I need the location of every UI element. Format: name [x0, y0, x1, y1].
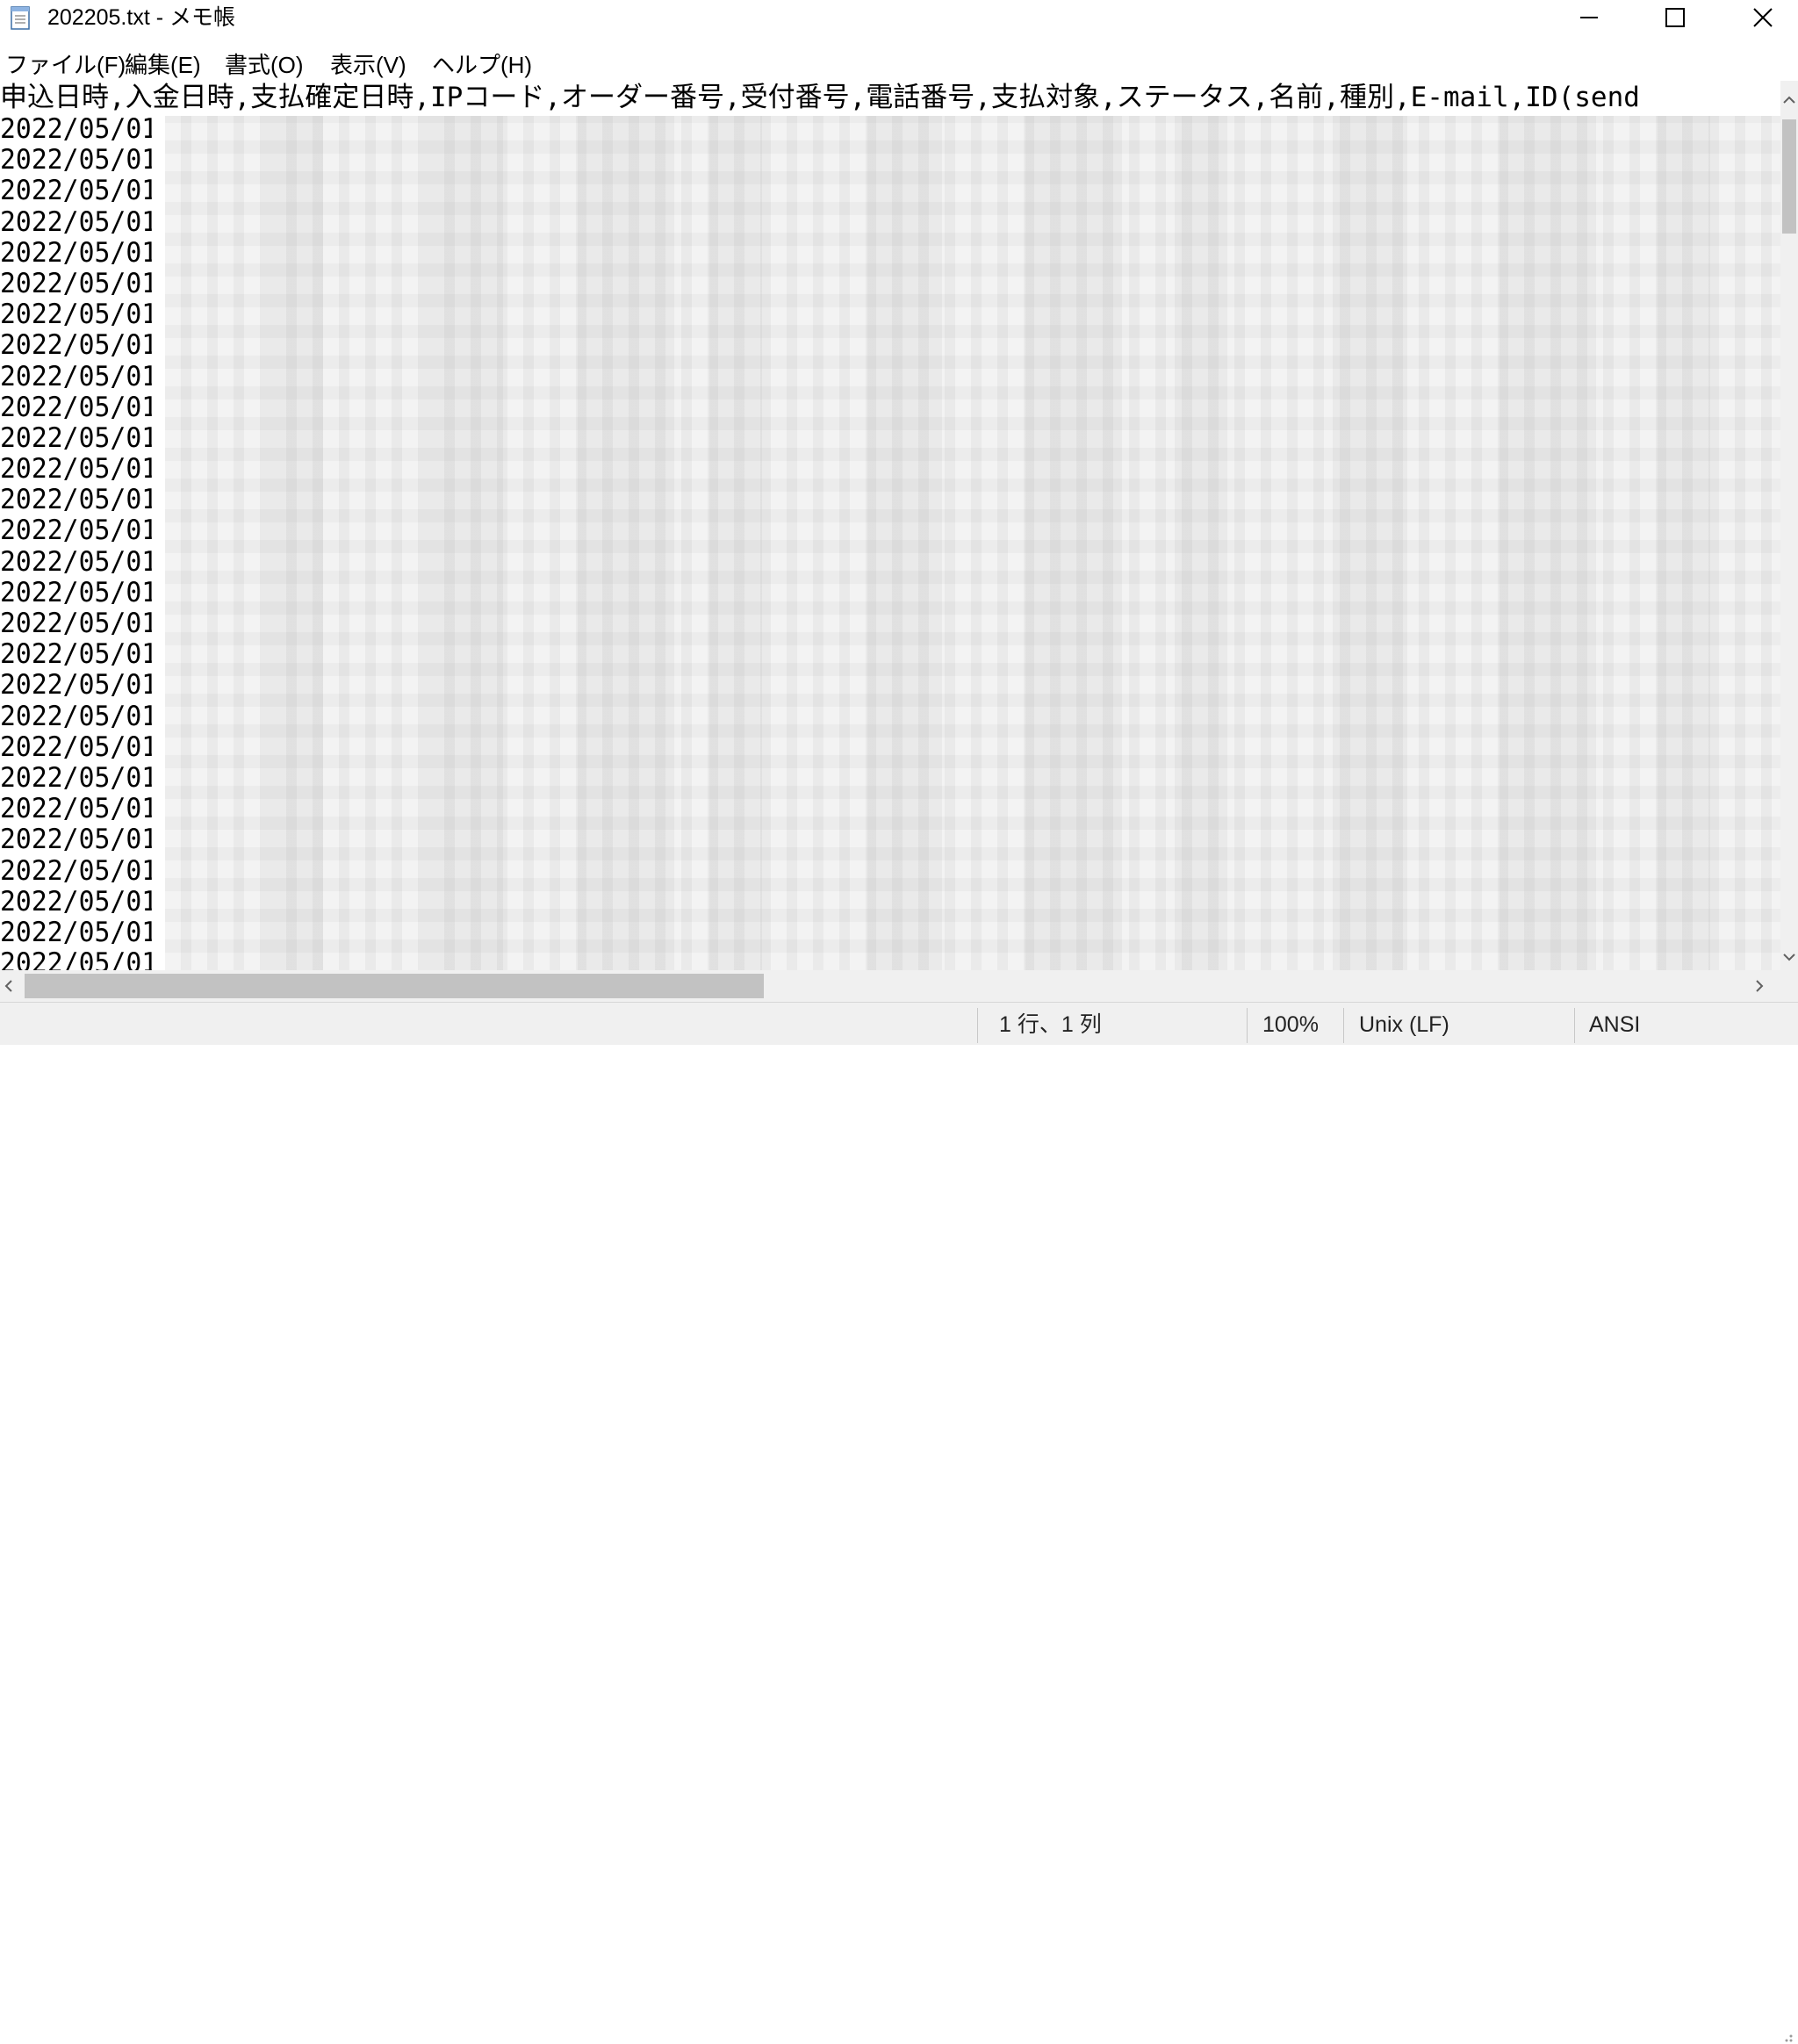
text-line: 2022/05/01 [0, 639, 152, 671]
text-line: 2022/05/01 [0, 422, 152, 454]
text-line: 2022/05/01 [0, 330, 152, 362]
menu-help[interactable]: ヘルプ(H) [432, 49, 532, 81]
text-line: 2022/05/01 [0, 299, 152, 331]
redacted-column [270, 116, 323, 970]
text-line: 2022/05/01 [0, 886, 152, 918]
redacted-column [709, 116, 762, 970]
redacted-column [1175, 116, 1227, 970]
status-separator [1343, 1008, 1344, 1043]
menu-bar: ファイル(F) 編集(E) 書式(O) 表示(V) ヘルプ(H) [0, 49, 1798, 81]
text-line: 2022/05/01 [0, 577, 152, 608]
resize-grip-icon[interactable] [1777, 2026, 1794, 2044]
text-editor[interactable]: 申込日時,入金日時,支払確定日時,IPコード,オーダー番号,受付番号,電話番号,… [0, 81, 1780, 970]
text-line: 2022/05/01 [0, 206, 152, 238]
cursor-position: 1 行、1 列 [999, 1012, 1102, 1037]
redacted-column [1500, 116, 1596, 970]
redacted-column [428, 116, 503, 970]
text-line: 2022/05/01 [0, 454, 152, 486]
menu-edit[interactable]: 編集(E) [125, 49, 201, 81]
text-line: 2022/05/01 [0, 485, 152, 516]
status-separator [977, 1008, 978, 1043]
encoding: ANSI [1589, 1012, 1641, 1037]
text-line: 2022/05/01 [0, 948, 152, 970]
scroll-down-icon[interactable] [1780, 948, 1798, 966]
line-ending: Unix (LF) [1359, 1012, 1449, 1037]
text-line: 2022/05/01 [0, 237, 152, 269]
close-icon [1753, 8, 1773, 27]
text-line: 2022/05/01 [0, 762, 152, 794]
vertical-scroll-thumb[interactable] [1782, 119, 1796, 234]
text-line: 2022/05/01 [0, 176, 152, 207]
text-line: 2022/05/01 [0, 824, 152, 856]
scroll-up-icon[interactable] [1780, 91, 1798, 109]
text-line: 2022/05/01 [0, 361, 152, 392]
maximize-button[interactable] [1631, 0, 1719, 35]
text-line: 2022/05/01 [0, 392, 152, 423]
csv-header-line: 申込日時,入金日時,支払確定日時,IPコード,オーダー番号,受付番号,電話番号,… [0, 82, 1640, 113]
scroll-corner [1780, 970, 1798, 1002]
text-line: 2022/05/01 [0, 701, 152, 732]
status-separator [1574, 1008, 1575, 1043]
text-line: 2022/05/01 [0, 917, 152, 948]
text-line: 2022/05/01 [0, 794, 152, 825]
redacted-column [1333, 116, 1407, 970]
scroll-right-icon[interactable] [1751, 977, 1768, 995]
text-line: 2022/05/01 [0, 855, 152, 887]
maximize-icon [1665, 8, 1685, 27]
text-line: 2022/05/01 [0, 515, 152, 547]
text-line: 2022/05/01 [0, 546, 152, 578]
text-line: 2022/05/01 [0, 731, 152, 763]
menu-view[interactable]: 表示(V) [330, 49, 406, 81]
title-bar[interactable]: 202205.txt - メモ帳 [0, 0, 1798, 35]
status-separator [1247, 1008, 1248, 1043]
redacted-column [1658, 116, 1710, 970]
date-column: 2022/05/01 2022/05/01 2022/05/01 2022/05/01… [0, 114, 158, 970]
close-button[interactable] [1719, 0, 1798, 35]
horizontal-scrollbar[interactable] [0, 970, 1780, 1002]
zoom-level: 100% [1262, 1012, 1319, 1037]
text-line: 2022/05/01 [0, 670, 152, 702]
redacted-column [867, 116, 942, 970]
redacted-content [165, 116, 1780, 970]
minimize-button[interactable] [1545, 0, 1633, 35]
scroll-left-icon[interactable] [0, 977, 18, 995]
vertical-scrollbar[interactable] [1780, 81, 1798, 970]
menu-file[interactable]: ファイル(F) [5, 49, 126, 81]
text-line: 2022/05/01 [0, 114, 152, 145]
window-title: 202205.txt - メモ帳 [47, 5, 235, 30]
text-line: 2022/05/01 [0, 145, 152, 176]
notepad-icon [11, 6, 30, 30]
text-line: 2022/05/01 [0, 608, 152, 639]
redacted-column [578, 116, 674, 970]
text-line: 2022/05/01 [0, 268, 152, 299]
horizontal-scroll-thumb[interactable] [25, 974, 764, 998]
menu-format[interactable]: 書式(O) [225, 49, 304, 81]
minimize-icon [1580, 17, 1598, 18]
status-bar: 1 行、1 列 100% Unix (LF) ANSI [0, 1002, 1798, 2042]
redacted-column [1025, 116, 1122, 970]
